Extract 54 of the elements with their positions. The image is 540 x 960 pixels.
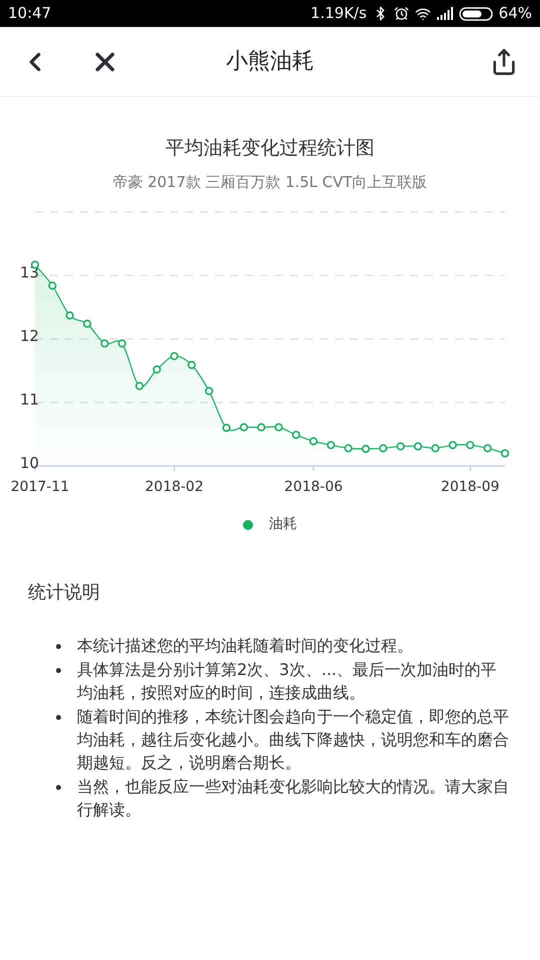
point — [379, 444, 388, 452]
point — [118, 339, 126, 348]
point — [135, 382, 144, 390]
bullet-icon — [56, 668, 61, 673]
notes-heading: 统计说明 — [28, 581, 101, 605]
x-tick-label: 2018-02 — [145, 479, 204, 491]
note-text: 本统计描述您的平均油耗随着时间的变化过程。 — [77, 635, 413, 657]
note-text: 随着时间的推移，本统计图会趋向于一个稳定值，即您的总平均油耗，越往后变化越小。曲线下降越快，说明您和车的磨合期越短。反之，说明磨合期长。 — [77, 706, 510, 774]
point — [48, 282, 57, 290]
signal-icon — [436, 7, 453, 20]
y-tick-label: 11 — [20, 390, 40, 408]
y-tick-label: 12 — [20, 327, 40, 345]
point — [204, 386, 214, 396]
point — [344, 444, 352, 452]
point — [326, 440, 336, 450]
point — [466, 440, 474, 450]
y-tick-label: 10 — [20, 454, 40, 472]
alarm-icon — [394, 6, 409, 21]
chart-subtitle: 帝豪 2017款 三厢百万款 1.5L CVT向上互联版 — [112, 172, 428, 192]
point — [362, 444, 370, 453]
point — [170, 352, 178, 360]
point — [292, 430, 300, 439]
point — [240, 423, 248, 432]
point — [396, 442, 405, 450]
point — [100, 339, 109, 348]
point — [83, 320, 92, 328]
bullet-icon — [56, 785, 61, 790]
network-speed: 1.19K/s — [310, 3, 367, 24]
x-tick-label: 2018-06 — [284, 479, 343, 491]
point — [274, 423, 283, 432]
note-text: 当然，也能反应一些对油耗变化影响比较大的情况。请大家自行解读。 — [77, 776, 510, 821]
battery-icon — [458, 6, 493, 20]
point — [448, 440, 457, 450]
point — [188, 360, 196, 370]
point — [222, 424, 231, 432]
x-tick-label: 2017-11 — [10, 479, 70, 491]
point — [500, 449, 510, 458]
note-text: 具体算法是分别计算第2次、3次、...、最后一次加油时的平均油耗，按照对应的时间，连接成曲线。 — [77, 659, 498, 704]
chart-title: 平均油耗变化过程统计图 — [166, 136, 374, 161]
legend-label: 油耗 — [269, 515, 297, 534]
point — [66, 311, 74, 320]
page-title: 小熊油耗 — [226, 48, 314, 76]
point — [483, 444, 492, 452]
point — [309, 437, 318, 446]
battery-percent: 64% — [498, 3, 532, 24]
status-time: 10:47 — [8, 3, 52, 24]
point — [257, 423, 266, 432]
point — [414, 442, 422, 450]
point — [152, 365, 161, 374]
point — [431, 444, 440, 452]
bullet-icon — [56, 644, 61, 649]
bullet-icon — [56, 715, 61, 720]
x-tick-label: 2018-09 — [440, 479, 500, 491]
wifi-icon — [414, 6, 431, 22]
